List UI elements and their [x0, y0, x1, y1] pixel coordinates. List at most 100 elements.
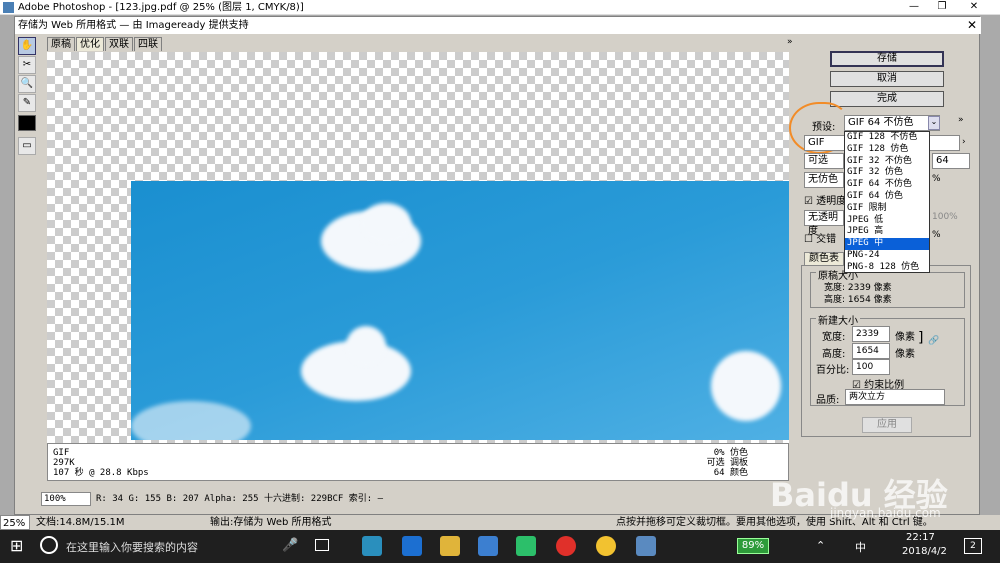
toggle-slices-icon[interactable]: ▭ — [18, 137, 36, 155]
dialog-toolbox: ✋ ✂ 🔍 ✎ ▭ — [18, 36, 40, 186]
preset-option[interactable]: GIF 32 不仿色 — [845, 156, 929, 168]
info-palette: 可选 调板 — [706, 458, 748, 468]
colors-select[interactable]: 64 — [932, 153, 970, 169]
media-player-icon[interactable] — [516, 536, 536, 556]
format-value: GIF — [808, 137, 825, 148]
percent-label: 百分比: — [816, 365, 850, 376]
dialog-title: 存储为 Web 所用格式 — 由 Imageready 提供支持 ✕ — [15, 17, 981, 34]
doc-size: 文档:14.8M/15.1M — [36, 517, 125, 528]
notification-center-icon[interactable]: 2 — [964, 538, 982, 554]
chevron-down-icon[interactable]: ⌄ — [928, 116, 940, 130]
preview-image — [131, 181, 789, 440]
eyedropper-color-swatch[interactable] — [18, 115, 36, 131]
tab-4up[interactable]: 四联 — [134, 37, 162, 51]
app-icon-2[interactable] — [478, 536, 498, 556]
new-size-title: 新建大小 — [816, 312, 860, 327]
preset-option[interactable]: GIF 64 仿色 — [845, 191, 929, 203]
colors-value: 64 — [936, 155, 949, 166]
preset-value: GIF 64 不仿色 — [848, 117, 914, 128]
preset-option[interactable]: GIF 128 仿色 — [845, 144, 929, 156]
width-label: 宽度: — [822, 332, 846, 343]
tab-2up[interactable]: 双联 — [105, 37, 133, 51]
ie-icon[interactable] — [402, 536, 422, 556]
height-label: 高度: — [822, 349, 846, 360]
ime-indicator[interactable]: 中 — [855, 539, 866, 555]
preset-option[interactable]: PNG-24 — [845, 250, 929, 262]
microphone-icon[interactable]: 🎤 — [282, 538, 298, 553]
optimization-info: GIF 297K 107 秒 @ 28.8 Kbps 0% 仿色 可选 调板 6… — [47, 443, 789, 481]
width-unit: 像素 — [895, 332, 915, 343]
network-icon[interactable]: ⌃ — [816, 539, 825, 552]
transparency-checkbox[interactable]: ☑ 透明度 — [804, 192, 846, 207]
view-tabs: 原稿 优化 双联 四联 — [47, 37, 163, 51]
eyedropper-tool-icon[interactable]: ✎ — [18, 94, 36, 112]
tab-optimized[interactable]: 优化 — [76, 37, 104, 51]
format-arrow-icon[interactable]: › — [962, 137, 966, 147]
dither-select[interactable]: 无仿色 — [804, 172, 844, 188]
windows-start-icon[interactable]: ⊞ — [10, 537, 23, 555]
done-button[interactable]: 完成 — [830, 91, 944, 107]
preset-option-selected[interactable]: JPEG 中 — [845, 238, 929, 250]
dither-pct: % — [932, 174, 941, 184]
tab-original[interactable]: 原稿 — [47, 37, 75, 51]
width-input[interactable]: 2339 — [852, 326, 890, 342]
save-button[interactable]: 存储 — [830, 51, 944, 67]
task-view-icon[interactable] — [315, 539, 329, 551]
height-unit: 像素 — [895, 349, 915, 360]
cancel-button[interactable]: 取消 — [830, 71, 944, 87]
height-input[interactable]: 1654 — [852, 343, 890, 359]
preset-dropdown-list[interactable]: GIF 128 不仿色 GIF 128 仿色 GIF 32 不仿色 GIF 32… — [844, 131, 930, 273]
close-window-button[interactable]: ✕ — [960, 0, 988, 15]
file-explorer-icon[interactable] — [440, 536, 460, 556]
maximize-button[interactable]: ❐ — [928, 0, 956, 15]
netease-music-icon[interactable] — [556, 536, 576, 556]
interlaced-checkbox[interactable]: ☐ 交错 — [804, 230, 836, 245]
app-title-bar: Adobe Photoshop - [123.jpg.pdf @ 25% (图层… — [0, 0, 1000, 15]
dither-value: 无仿色 — [808, 174, 838, 185]
quality-select[interactable]: 两次立方 — [845, 389, 945, 405]
websnap-pct: % — [932, 230, 941, 240]
battery-indicator[interactable]: 89% — [737, 538, 769, 554]
app-title: Adobe Photoshop - [123.jpg.pdf @ 25% (图层… — [18, 2, 304, 13]
preset-option[interactable]: JPEG 低 — [845, 215, 929, 227]
chain-link-icon: 🔗 — [928, 336, 940, 346]
original-height: 高度: 1654 像素 — [824, 295, 892, 305]
zoom-select[interactable]: 100% — [41, 492, 91, 506]
dialog-close-button[interactable]: ✕ — [967, 17, 977, 33]
matte-select[interactable]: 无透明度 — [804, 210, 844, 237]
amount-value: 100% — [932, 212, 958, 222]
preset-option[interactable]: GIF 128 不仿色 — [845, 132, 929, 144]
photoshop-taskbar-icon[interactable] — [636, 536, 656, 556]
minimize-button[interactable]: — — [900, 0, 928, 15]
quality-label: 品质: — [816, 395, 840, 406]
info-dither: 0% 仿色 — [713, 448, 748, 458]
preset-option[interactable]: GIF 32 仿色 — [845, 167, 929, 179]
windows-taskbar: ⊞ 在这里输入你要搜索的内容 🎤 89% ⌃ 中 22:17 2018/4/2 … — [0, 530, 1000, 563]
slice-select-tool-icon[interactable]: ✂ — [18, 56, 36, 74]
link-bracket-icon: ] — [918, 330, 924, 346]
preset-option[interactable]: GIF 限制 — [845, 203, 929, 215]
color-readout: R: 34 G: 155 B: 207 Alpha: 255 十六进制: 229… — [96, 494, 383, 504]
preset-option[interactable]: GIF 64 不仿色 — [845, 179, 929, 191]
tab-color-table[interactable]: 颜色表 — [804, 252, 844, 265]
clock-date[interactable]: 2018/4/2 — [902, 546, 947, 557]
info-size: 297K — [53, 458, 75, 468]
cortana-icon[interactable] — [40, 536, 58, 554]
panel-expand-icon[interactable]: » — [787, 37, 793, 47]
hand-tool-icon[interactable]: ✋ — [18, 37, 36, 55]
preset-select[interactable]: GIF 64 不仿色 — [844, 115, 940, 131]
transparency-label: 透明度 — [816, 196, 847, 207]
preset-option[interactable]: JPEG 高 — [845, 226, 929, 238]
taskbar-search[interactable]: 在这里输入你要搜索的内容 — [66, 539, 198, 555]
chrome-icon[interactable] — [596, 536, 616, 556]
percent-input[interactable]: 100 — [852, 359, 890, 375]
apply-button[interactable]: 应用 — [862, 417, 912, 433]
clock-time[interactable]: 22:17 — [906, 532, 935, 543]
quality-value: 两次立方 — [849, 392, 886, 402]
app-icon-1[interactable] — [362, 536, 382, 556]
optimize-menu-icon[interactable]: » — [958, 115, 964, 125]
doc-zoom[interactable]: 25% — [0, 515, 30, 530]
preset-option[interactable]: PNG-8 128 仿色 — [845, 262, 929, 274]
zoom-tool-icon[interactable]: 🔍 — [18, 75, 36, 93]
reduction-select[interactable]: 可选 — [804, 153, 844, 169]
